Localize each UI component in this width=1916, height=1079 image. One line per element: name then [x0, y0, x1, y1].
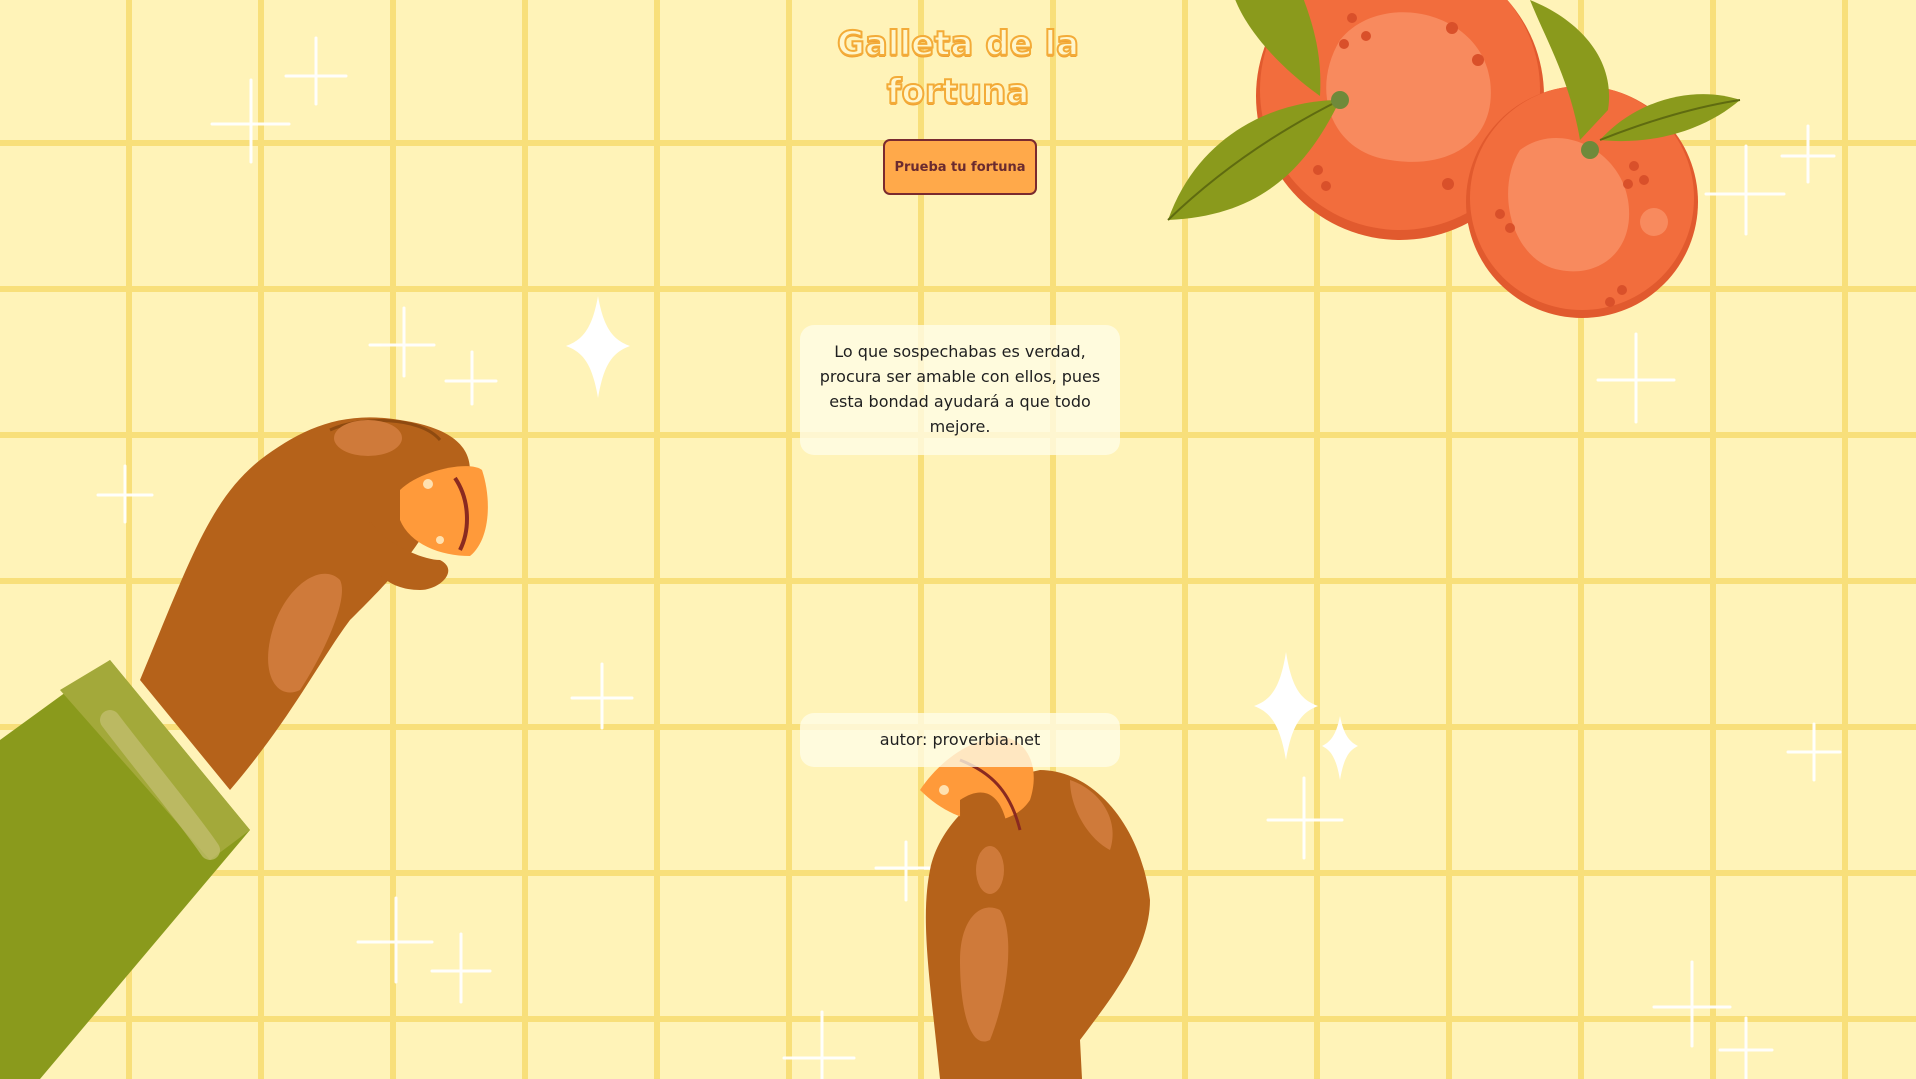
fortune-app: Galleta de la fortuna Prueba tu fortuna … [0, 0, 1916, 1079]
fortune-message-text: Lo que sospechabas es verdad, procura se… [819, 342, 1101, 436]
fortune-message-card: Lo que sospechabas es verdad, procura se… [800, 325, 1120, 455]
author-prefix: autor: [879, 730, 928, 749]
author-card: autor: proverbia.net [800, 713, 1120, 767]
author-name: proverbia.net [932, 730, 1041, 749]
page-title: Galleta de la fortuna [836, 23, 1080, 113]
try-fortune-button[interactable]: Prueba tu fortuna [883, 139, 1037, 195]
